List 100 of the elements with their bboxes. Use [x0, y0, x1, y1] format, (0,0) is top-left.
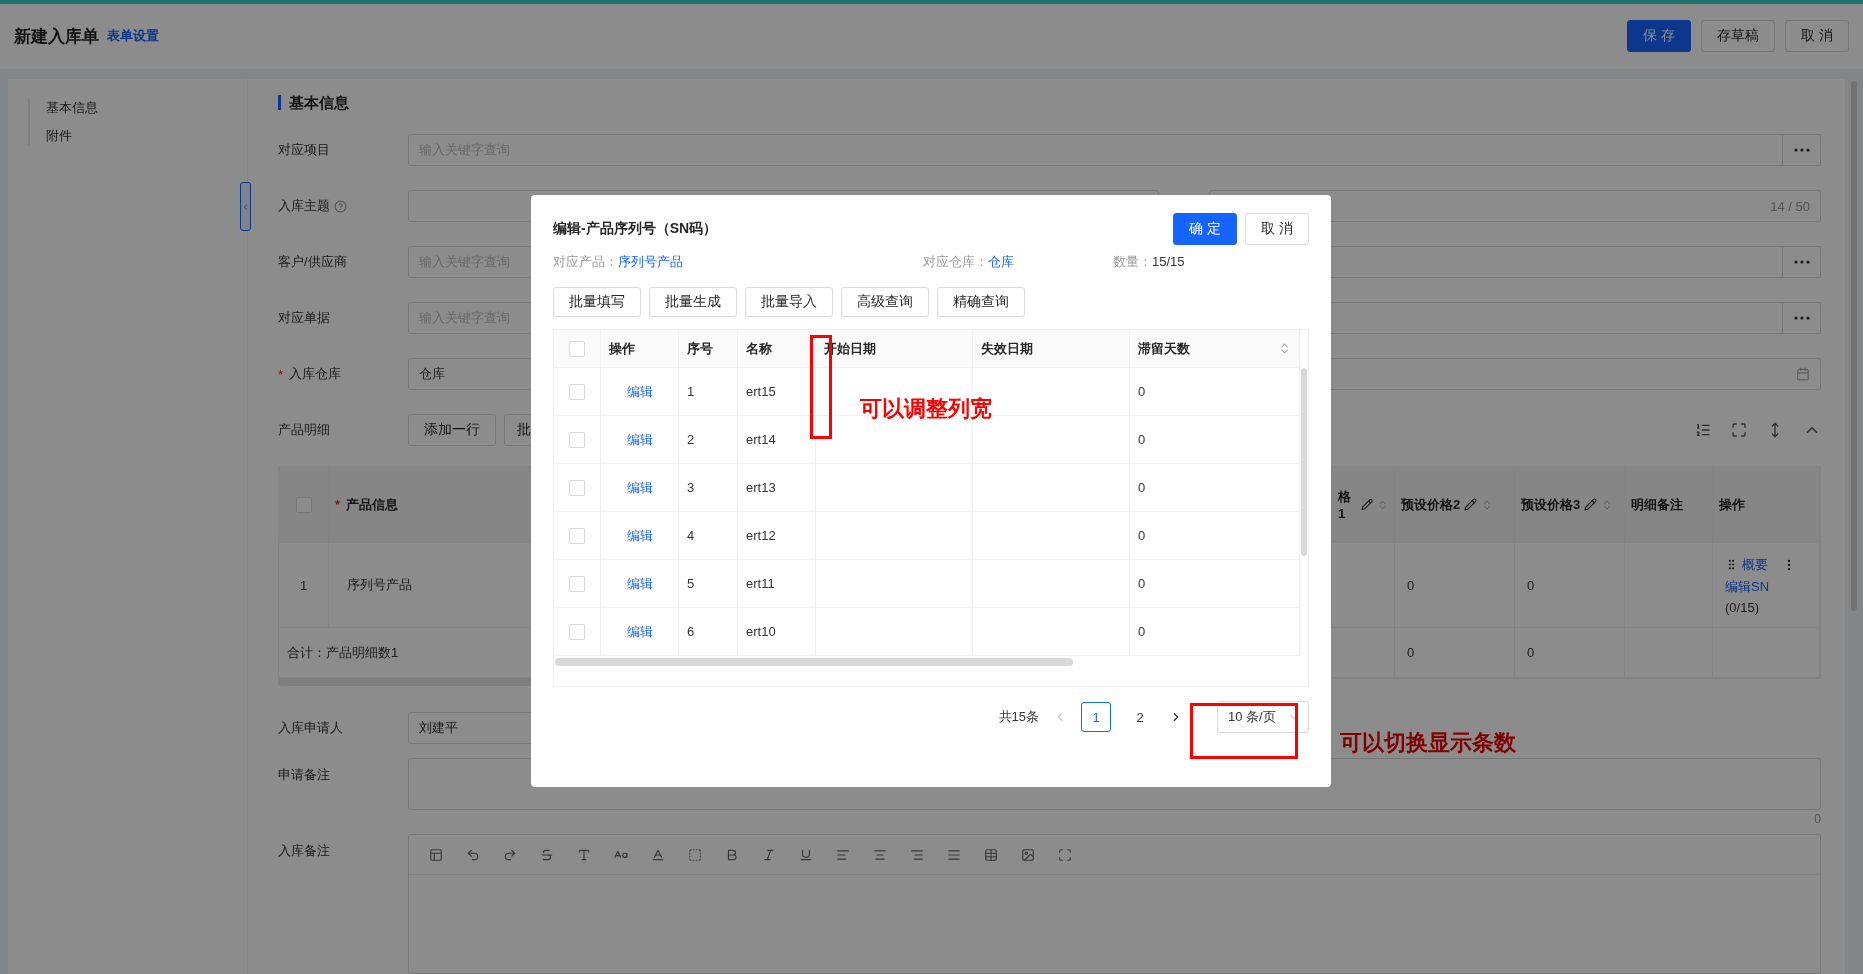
edit-link[interactable]: 编辑: [626, 526, 653, 545]
tool-button[interactable]: 批量填写: [553, 287, 641, 317]
cell-text: 3: [687, 480, 695, 495]
edit-icon[interactable]: [1584, 498, 1598, 511]
checkbox[interactable]: [569, 479, 585, 496]
dialog-button[interactable]: 确 定: [1173, 213, 1238, 245]
header-button[interactable]: 存草稿: [1701, 20, 1776, 53]
page-size-select[interactable]: 10 条/页: [1217, 701, 1309, 733]
checkbox[interactable]: [569, 431, 585, 448]
column-label: 操作: [1719, 495, 1745, 514]
cell-text: 0: [1138, 480, 1146, 495]
font-color-icon[interactable]: [651, 847, 665, 862]
total-count: 共15条: [998, 708, 1039, 726]
undo-icon[interactable]: [466, 847, 480, 862]
box-icon[interactable]: [688, 847, 702, 862]
info-link[interactable]: 序列号产品: [618, 254, 683, 269]
column-label: 产品信息: [346, 495, 399, 514]
fullscreen-icon[interactable]: [1731, 422, 1747, 438]
more-button[interactable]: [1783, 302, 1821, 334]
cell-text: ert13: [746, 480, 776, 495]
cell-text: 0: [1527, 577, 1535, 593]
edit-link[interactable]: 编辑: [626, 478, 653, 497]
checkbox[interactable]: [569, 340, 585, 357]
underline-icon[interactable]: [799, 847, 813, 862]
table-icon[interactable]: [984, 847, 998, 862]
column-label: 预设价格2: [1401, 495, 1461, 514]
checkbox[interactable]: [569, 575, 585, 592]
cell-text: 4: [687, 528, 695, 543]
page-button[interactable]: 1: [1081, 702, 1111, 732]
collapse-handle[interactable]: [240, 182, 251, 231]
cell-text: ert11: [746, 576, 775, 591]
edit-icon[interactable]: [1464, 498, 1478, 511]
edit-link[interactable]: 编辑: [626, 574, 653, 593]
header-button[interactable]: 保 存: [1627, 20, 1692, 53]
image-icon[interactable]: [1021, 847, 1035, 862]
cell-text: 0: [1138, 576, 1146, 591]
column-label: 操作: [609, 339, 635, 358]
tool-button[interactable]: 高级查询: [841, 287, 929, 317]
bold-icon[interactable]: [725, 847, 739, 862]
edit-link[interactable]: 编辑: [626, 430, 653, 449]
checkbox[interactable]: [569, 623, 585, 640]
checkbox[interactable]: [569, 383, 585, 400]
cell-text: 0: [1138, 432, 1146, 447]
align-right-icon[interactable]: [910, 847, 924, 862]
cell-text: 0: [1138, 528, 1146, 543]
strikethrough-icon[interactable]: [540, 847, 554, 862]
edit-link[interactable]: 编辑: [626, 382, 653, 401]
header-button[interactable]: 取 消: [1785, 20, 1849, 53]
cell-text: 1: [687, 384, 695, 399]
ellipsis-icon: [1793, 316, 1810, 320]
row-height-icon[interactable]: [1695, 422, 1711, 438]
sort-icon[interactable]: [1278, 342, 1291, 355]
align-left-icon[interactable]: [836, 847, 850, 862]
dialog-button[interactable]: 取 消: [1245, 213, 1309, 245]
overview-link[interactable]: 概要: [1742, 555, 1768, 574]
cell-text: 0: [1527, 645, 1535, 660]
info-label: 对应仓库：: [923, 254, 988, 269]
more-button[interactable]: [1783, 134, 1821, 166]
section-title: 基本信息: [278, 95, 1821, 110]
tool-button[interactable]: 批量生成: [649, 287, 737, 317]
layout-icon[interactable]: [429, 847, 443, 862]
column-label: 名称: [746, 339, 772, 358]
sn-count: (0/15): [1725, 599, 1759, 615]
cell-text: 0: [1407, 645, 1415, 660]
cell-text: ert14: [746, 432, 776, 447]
sidebar-item[interactable]: 基本信息: [46, 99, 247, 117]
checkbox[interactable]: [569, 527, 585, 544]
sidebar-item[interactable]: 附件: [46, 127, 247, 145]
required-mark: *: [278, 366, 284, 382]
dialog-title: 编辑-产品序列号（SN码）: [553, 220, 718, 238]
cell-text: 0: [1138, 624, 1146, 639]
edit-sn-link[interactable]: 编辑SN: [1725, 577, 1770, 596]
character-counter: 14 / 50: [1770, 198, 1810, 214]
redo-icon[interactable]: [503, 847, 517, 862]
edit-link[interactable]: 编辑: [626, 622, 653, 641]
more-button[interactable]: [1783, 246, 1821, 278]
cell-text: 2: [687, 432, 695, 447]
text-icon[interactable]: [577, 847, 591, 862]
tool-button[interactable]: 精确查询: [937, 287, 1025, 317]
form-settings-link[interactable]: 表单设置: [107, 27, 159, 46]
field-label: 入库备注: [278, 842, 331, 860]
field-label: 入库申请人: [278, 719, 344, 737]
field-label: 申请备注: [278, 766, 331, 784]
info-label: 数量：: [1113, 254, 1152, 269]
edit-icon[interactable]: [1360, 498, 1373, 511]
justify-icon[interactable]: [947, 847, 961, 862]
info-link[interactable]: 仓库: [988, 254, 1014, 269]
italic-icon[interactable]: [762, 847, 776, 862]
cell-text: 0: [1138, 384, 1146, 399]
fullscreen-icon[interactable]: [1058, 847, 1072, 862]
row-index: 1: [299, 577, 308, 593]
column-label: 预设价格3: [1521, 495, 1581, 514]
toolbar-button[interactable]: 添加一行: [408, 414, 496, 446]
page-title: 新建入库单: [14, 25, 99, 48]
align-center-icon[interactable]: [873, 847, 887, 862]
ellipsis-icon: [1793, 148, 1810, 152]
field-label: 入库主题: [278, 197, 330, 215]
tool-button[interactable]: 批量导入: [745, 287, 833, 317]
cell-text: 0: [1407, 577, 1415, 593]
calendar-icon: [1796, 367, 1810, 381]
